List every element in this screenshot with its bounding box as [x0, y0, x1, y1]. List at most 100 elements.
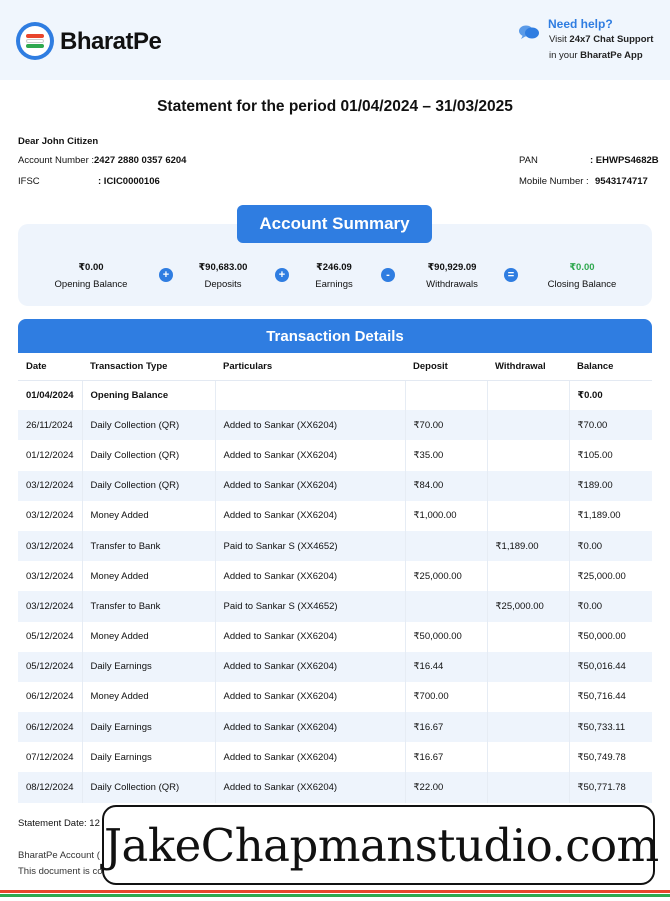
table-cell: Daily Earnings: [82, 742, 216, 773]
table-cell: ₹25,000.00: [577, 570, 626, 582]
table-cell: 08/12/2024: [18, 772, 83, 803]
statement-date: Statement Date: 12: [18, 818, 100, 829]
mobile-label: Mobile Number :: [519, 176, 589, 187]
table-cell: [487, 681, 570, 713]
table-cell: [405, 380, 488, 411]
table-row: 03/12/2024 Daily Collection (QR) Added to …: [18, 470, 652, 501]
table-cell: ₹16.67: [405, 742, 488, 773]
table-row: 06/12/2024 Daily Earnings Added to Sankar …: [18, 712, 652, 743]
table-cell: ₹50,000.00: [405, 621, 488, 652]
table-cell: [487, 410, 570, 441]
table-cell: Paid to Sankar S (XX4652): [215, 591, 406, 622]
table-cell: Added to Sankar (XX6204): [215, 440, 406, 471]
table-cell: Added to Sankar (XX6204): [215, 621, 406, 652]
table-row: 26/11/2024 Daily Collection (QR) Added to …: [18, 410, 652, 441]
summary-deposits: ₹90,683.00 Deposits: [168, 262, 278, 290]
table-cell: Daily Collection (QR): [82, 470, 216, 501]
summary-value: ₹0.00: [569, 262, 595, 273]
table-row: 01/04/2024 Opening Balance ₹0.00: [18, 380, 652, 411]
account-number-label: Account Number :: [18, 155, 95, 166]
table-cell: ₹0.00: [577, 389, 603, 401]
footer-account-note: BharatPe Account (: [18, 850, 100, 861]
table-cell: ₹50,749.78: [577, 751, 626, 763]
table-cell: Added to Sankar (XX6204): [215, 500, 406, 531]
ifsc-label: IFSC: [18, 176, 40, 187]
summary-label: Opening Balance: [54, 279, 128, 290]
table-cell: Money Added: [82, 561, 216, 592]
table-cell: ₹70.00: [405, 410, 488, 441]
table-cell: [487, 742, 570, 773]
summary-label: Withdrawals: [426, 279, 478, 290]
summary-withdrawals: ₹90,929.09 Withdrawals: [397, 262, 507, 290]
table-cell: ₹0.00: [569, 530, 652, 562]
table-cell: 26/11/2024: [18, 410, 83, 441]
summary-value: ₹90,683.00: [198, 262, 248, 273]
table-cell: 01/04/2024: [18, 380, 83, 411]
ifsc-value: : ICIC0000106: [98, 176, 160, 187]
table-cell: [405, 530, 488, 562]
column-header: Balance: [569, 353, 652, 381]
table-row: 07/12/2024 Daily Earnings Added to Sankar …: [18, 742, 652, 773]
table-cell: [487, 712, 570, 743]
table-cell: 03/12/2024: [18, 500, 83, 531]
table-cell: ₹50,771.78: [569, 772, 652, 803]
table-cell: ₹1,000.00: [405, 500, 488, 531]
table-cell: Daily Earnings: [82, 712, 216, 743]
table-cell: Added to Sankar (XX6204): [215, 651, 406, 682]
footer-stripe-red: [0, 890, 670, 893]
table-cell: Added to Sankar (XX6204): [215, 561, 406, 592]
transaction-details-title: Transaction Details: [18, 319, 652, 354]
table-cell: ₹0.00: [569, 591, 652, 622]
table-cell: Added to Sankar (XX6204): [215, 681, 406, 713]
table-cell: [405, 591, 488, 622]
table-cell: 05/12/2024: [18, 621, 83, 652]
help-app[interactable]: BharatPe App: [580, 50, 642, 61]
table-cell: Opening Balance: [82, 380, 216, 411]
help-visit: Visit: [549, 34, 567, 45]
table-cell: [487, 772, 570, 803]
table-cell: ₹50,016.44: [569, 651, 652, 682]
summary-closing-balance: ₹0.00 Closing Balance: [527, 262, 637, 290]
table-cell: [215, 380, 406, 411]
table-cell: Added to Sankar (XX6204): [215, 772, 406, 803]
summary-value: ₹246.09: [316, 262, 352, 273]
table-cell: Added to Sankar (XX6204): [215, 410, 406, 441]
bharatpe-logo-icon: [16, 22, 54, 60]
table-cell: 07/12/2024: [18, 742, 83, 773]
table-cell: Daily Collection (QR): [82, 410, 216, 441]
table-row: 05/12/2024 Money Added Added to Sankar (XX…: [18, 621, 652, 652]
help-support[interactable]: 24x7 Chat Support: [569, 34, 653, 45]
table-row: 05/12/2024 Daily Earnings Added to Sankar …: [18, 651, 652, 682]
table-cell: Paid to Sankar S (XX4652): [215, 530, 406, 562]
mobile-value: 9543174717: [595, 176, 648, 187]
column-header: Date: [18, 353, 82, 381]
table-cell: ₹16.67: [405, 712, 488, 743]
brand-name: BharatPe: [60, 28, 162, 55]
help-title: Need help?: [548, 17, 613, 31]
table-cell: 03/12/2024: [18, 530, 83, 562]
table-cell: [487, 470, 570, 501]
table-cell: 03/12/2024: [18, 470, 83, 501]
summary-label: Deposits: [204, 279, 242, 290]
table-cell: 01/12/2024: [18, 440, 83, 471]
column-header: Particulars: [215, 353, 405, 381]
table-cell: ₹1,189.00: [487, 530, 570, 562]
watermark: JakeChapmanstudio.com: [102, 805, 659, 885]
table-cell: Added to Sankar (XX6204): [215, 742, 406, 773]
table-cell: [487, 561, 570, 592]
column-header: Transaction Type: [82, 353, 215, 381]
table-row: 08/12/2024 Daily Collection (QR) Added to …: [18, 772, 652, 803]
help-in-your: in your: [549, 50, 578, 61]
table-cell: Money Added: [82, 500, 216, 531]
table-row: 03/12/2024 Transfer to Bank Paid to Sankar…: [18, 591, 652, 622]
chat-bubble-icon: [519, 25, 539, 39]
table-cell: ₹35.00: [405, 440, 488, 471]
table-cell: Money Added: [82, 681, 216, 713]
table-row: 01/12/2024 Daily Collection (QR) Added to …: [18, 440, 652, 471]
table-cell: 06/12/2024: [18, 712, 83, 743]
summary-label: Earnings: [315, 279, 353, 290]
minus-icon: -: [381, 268, 395, 282]
table-cell: 03/12/2024: [18, 561, 83, 592]
pan-value: : EHWPS4682B: [590, 155, 659, 166]
footer-stripe-green: [0, 894, 670, 897]
